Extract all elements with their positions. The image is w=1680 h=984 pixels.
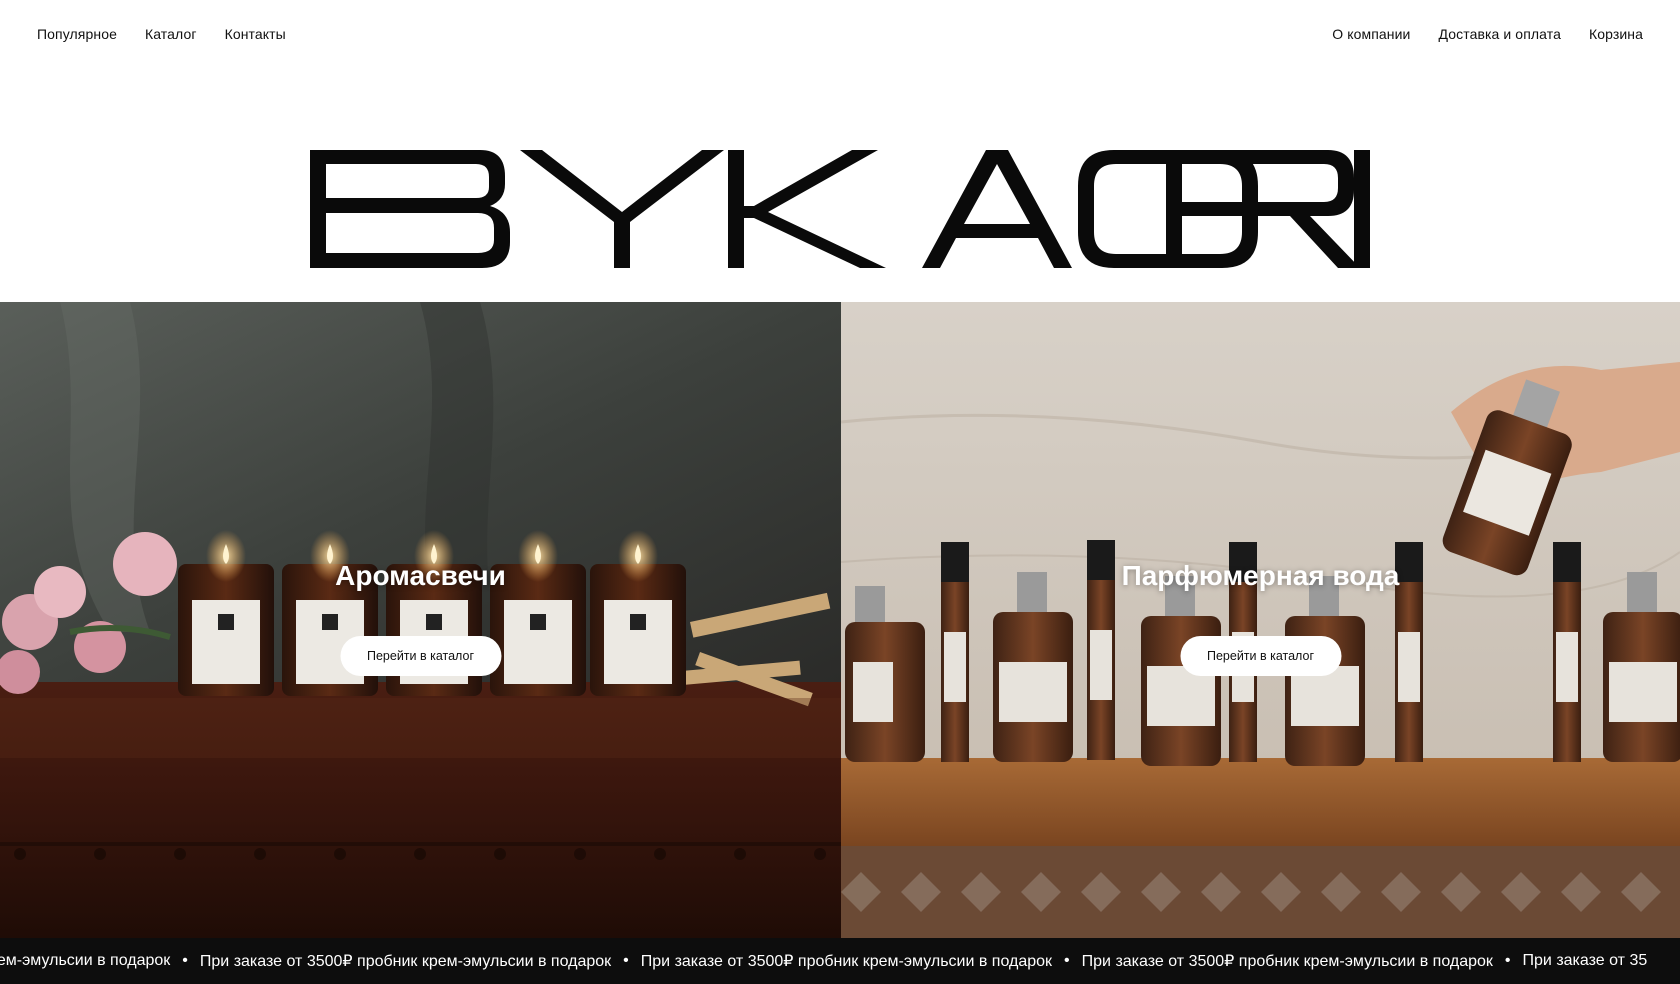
nav-link-delivery[interactable]: Доставка и оплата xyxy=(1438,26,1560,42)
category-panels: Аромасвечи Перейти в каталог Парфюмерная… xyxy=(0,302,1680,938)
candles-photo xyxy=(0,302,841,938)
perfume-photo xyxy=(841,302,1680,938)
nav-link-catalog[interactable]: Каталог xyxy=(145,26,197,42)
marquee-track: рем-эмульсии в подарок • При заказе от 3… xyxy=(0,938,1657,984)
bullet-icon: • xyxy=(1064,952,1070,969)
nav-link-contacts[interactable]: Контакты xyxy=(225,26,286,42)
nav-link-popular[interactable]: Популярное xyxy=(37,26,117,42)
bullet-icon: • xyxy=(182,952,188,969)
nav-right: О компании Доставка и оплата Корзина xyxy=(1332,26,1643,42)
bullet-icon: • xyxy=(1504,952,1511,969)
marquee-text: При заказе от 3500₽ пробник крем-эмульси… xyxy=(640,953,1053,970)
candles-title: Аромасвечи xyxy=(335,560,506,591)
marquee-text: При заказе от 3500₽ пробник крем-эмульси… xyxy=(1081,953,1493,970)
perfume-catalog-button[interactable]: Перейти в каталог xyxy=(1179,636,1342,676)
promo-marquee: рем-эмульсии в подарок • При заказе от 3… xyxy=(0,938,1680,984)
marquee-text: При заказе от 3500₽ пробник крем-эмульси… xyxy=(199,953,612,970)
perfume-panel[interactable]: Парфюмерная вода Перейти в каталог xyxy=(841,302,1680,938)
nav-link-about[interactable]: О компании xyxy=(1332,26,1410,42)
marquee-text: При заказе от 35 xyxy=(1522,952,1648,969)
page: Популярное Каталог Контакты О компании Д… xyxy=(0,0,1680,984)
top-navigation: Популярное Каталог Контакты О компании Д… xyxy=(0,0,1680,72)
bullet-icon: • xyxy=(623,952,629,969)
perfume-title: Парфюмерная вода xyxy=(1121,560,1400,591)
brand-logo[interactable] xyxy=(0,140,1680,280)
nav-left: Популярное Каталог Контакты xyxy=(37,26,286,42)
marquee-text: рем-эмульсии в подарок xyxy=(0,952,171,969)
nav-link-cart[interactable]: Корзина xyxy=(1589,26,1643,42)
candles-panel[interactable]: Аромасвечи Перейти в каталог xyxy=(0,302,841,938)
logo-wordmark-icon xyxy=(310,150,1370,268)
candles-catalog-button[interactable]: Перейти в каталог xyxy=(339,636,502,676)
